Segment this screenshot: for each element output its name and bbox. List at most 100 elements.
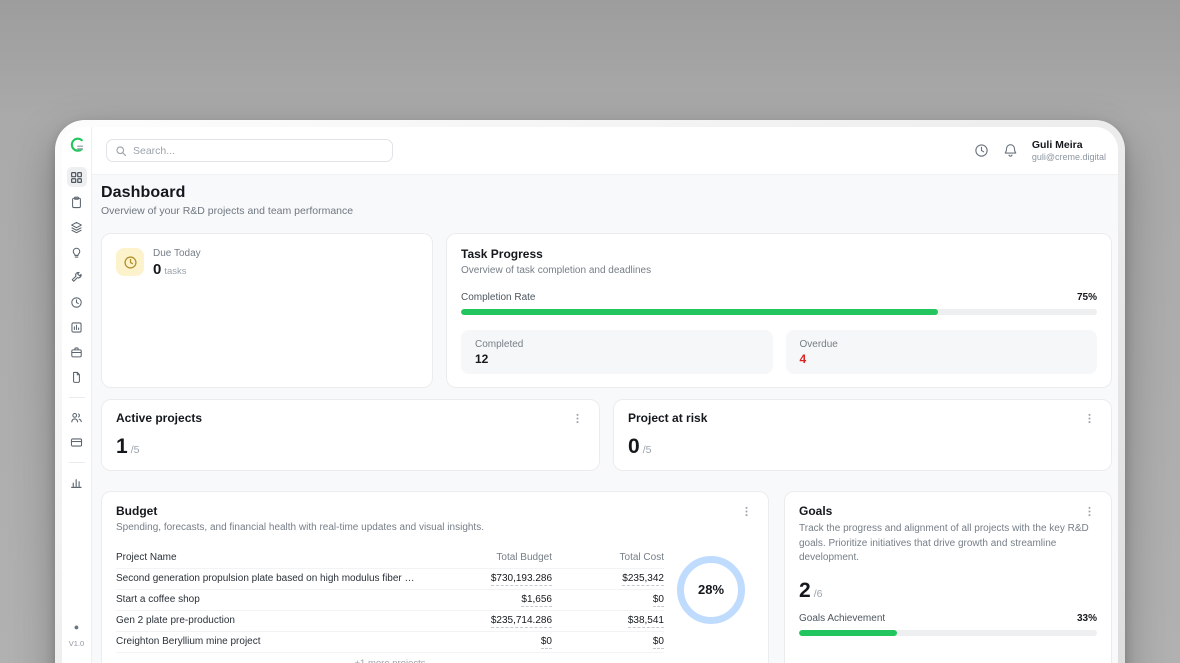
goals-subtitle: Track the progress and alignment of all …	[799, 522, 1097, 566]
clipboard-icon	[70, 196, 83, 209]
budget-subtitle: Spending, forecasts, and financial healt…	[116, 521, 484, 536]
report-board-icon	[70, 321, 83, 334]
project-at-risk-value: 0	[628, 435, 640, 459]
search-input[interactable]	[133, 145, 384, 157]
due-today-value: 0tasks	[153, 261, 201, 278]
active-projects-menu-button[interactable]	[570, 411, 585, 426]
completed-value: 12	[475, 352, 759, 366]
main-area: Guli Meira guli@creme.digital Dashboard …	[92, 127, 1118, 663]
table-row: Second generation propulsion plate based…	[116, 569, 664, 590]
bell-icon	[1003, 143, 1018, 158]
active-projects-header: Active projects	[116, 411, 585, 426]
table-row: Creighton Beryllium mine project $0 $0	[116, 632, 664, 653]
project-at-risk-menu-button[interactable]	[1082, 411, 1097, 426]
dashboard-content: Dashboard Overview of your R&D projects …	[92, 175, 1118, 663]
sidebar-item-reports[interactable]	[67, 317, 87, 337]
page-header: Dashboard Overview of your R&D projects …	[101, 184, 1112, 217]
total-budget-value[interactable]: $235,714.286	[491, 615, 552, 628]
sidebar-item-tools[interactable]	[67, 267, 87, 287]
sidebar-item-documents[interactable]	[67, 367, 87, 387]
sidebar-divider	[69, 462, 85, 463]
goals-total: /6	[814, 588, 823, 600]
budget-body: Project Name Total Budget Total Cost Sec…	[116, 548, 754, 663]
total-budget-value[interactable]: $0	[541, 636, 552, 649]
budget-ring-value: 28%	[698, 582, 724, 597]
budget-ring-wrap: 28%	[668, 548, 754, 663]
user-email: guli@creme.digital	[1032, 152, 1106, 162]
active-projects-value-row: 1 /5	[116, 435, 585, 459]
project-name: Second generation propulsion plate based…	[116, 573, 426, 584]
project-at-risk-total: /5	[643, 444, 652, 456]
clock-icon	[974, 143, 989, 158]
completion-rate-bar	[461, 309, 1097, 315]
completed-stat: Completed 12	[461, 330, 773, 374]
sidebar: ● V1.0	[62, 127, 92, 663]
task-progress-card: Task Progress Overview of task completio…	[446, 233, 1112, 388]
overdue-label: Overdue	[800, 339, 1084, 350]
user-name: Guli Meira	[1032, 139, 1106, 151]
column-total-budget: Total Budget	[426, 552, 552, 563]
total-cost-value[interactable]: $0	[653, 594, 664, 607]
due-today-text: Due Today 0tasks	[153, 248, 201, 278]
sidebar-item-ideas[interactable]	[67, 242, 87, 262]
active-projects-title: Active projects	[116, 411, 202, 425]
app-window: ● V1.0	[55, 120, 1125, 663]
page-title: Dashboard	[101, 184, 1112, 202]
status-dot-icon: ●	[62, 623, 91, 632]
project-at-risk-card: Project at risk 0 /5	[613, 399, 1112, 471]
more-projects-link[interactable]: +1 more projects	[116, 653, 664, 663]
goals-menu-button[interactable]	[1082, 504, 1097, 519]
total-cost-value[interactable]: $235,342	[622, 573, 664, 586]
total-cost-value[interactable]: $0	[653, 636, 664, 649]
sidebar-item-time[interactable]	[67, 292, 87, 312]
due-today-label: Due Today	[153, 248, 201, 259]
task-progress-subtitle: Overview of task completion and deadline…	[461, 264, 1097, 279]
sidebar-item-projects[interactable]	[67, 217, 87, 237]
layers-icon	[70, 221, 83, 234]
due-today-unit: tasks	[164, 266, 186, 277]
sidebar-item-analytics[interactable]	[67, 472, 87, 492]
dashboard-grid-icon	[70, 171, 83, 184]
column-total-cost: Total Cost	[552, 552, 664, 563]
lightbulb-icon	[70, 246, 83, 259]
completed-label: Completed	[475, 339, 759, 350]
page-subtitle: Overview of your R&D projects and team p…	[101, 205, 1112, 217]
bar-chart-icon	[70, 476, 83, 489]
budget-header-text: Budget Spending, forecasts, and financia…	[116, 504, 484, 536]
notifications-button[interactable]	[1003, 143, 1018, 158]
top-bar: Guli Meira guli@creme.digital	[92, 127, 1118, 175]
total-budget-value[interactable]: $730,193.286	[491, 573, 552, 586]
app-logo-icon[interactable]	[68, 136, 86, 154]
top-cards-row: Due Today 0tasks Task Progress Overview …	[101, 233, 1112, 377]
user-menu[interactable]: Guli Meira guli@creme.digital	[1032, 139, 1110, 162]
goals-value-row: 2 /6	[799, 579, 1097, 603]
completion-rate-label: Completion Rate	[461, 292, 535, 303]
sidebar-item-billing[interactable]	[67, 432, 87, 452]
budget-menu-button[interactable]	[739, 504, 754, 519]
sidebar-item-dashboard[interactable]	[67, 167, 87, 187]
task-progress-title: Task Progress	[461, 247, 1097, 261]
project-name: Gen 2 plate pre-production	[116, 615, 426, 626]
sidebar-item-team[interactable]	[67, 407, 87, 427]
version-label: V1.0	[62, 639, 91, 648]
bottom-cards-row: Budget Spending, forecasts, and financia…	[101, 491, 1112, 663]
due-today-card: Due Today 0tasks	[101, 233, 433, 388]
budget-ring: 28%	[677, 556, 745, 624]
briefcase-icon	[70, 346, 83, 359]
budget-table-header: Project Name Total Budget Total Cost	[116, 548, 664, 569]
active-projects-total: /5	[131, 444, 140, 456]
sidebar-item-tasks[interactable]	[67, 192, 87, 212]
total-budget-value[interactable]: $1,656	[521, 594, 552, 607]
active-projects-value: 1	[116, 435, 128, 459]
table-row: Gen 2 plate pre-production $235,714.286 …	[116, 611, 664, 632]
budget-card: Budget Spending, forecasts, and financia…	[101, 491, 769, 663]
goals-achievement-label: Goals Achievement	[799, 613, 885, 624]
active-projects-card: Active projects 1 /5	[101, 399, 600, 471]
sidebar-item-portfolio[interactable]	[67, 342, 87, 362]
goals-header: Goals	[799, 504, 1097, 519]
app-frame: ● V1.0	[62, 127, 1118, 663]
history-button[interactable]	[974, 143, 989, 158]
search-box[interactable]	[106, 139, 393, 162]
stats-row: Active projects 1 /5 Project at risk	[101, 399, 1112, 469]
total-cost-value[interactable]: $38,541	[628, 615, 664, 628]
